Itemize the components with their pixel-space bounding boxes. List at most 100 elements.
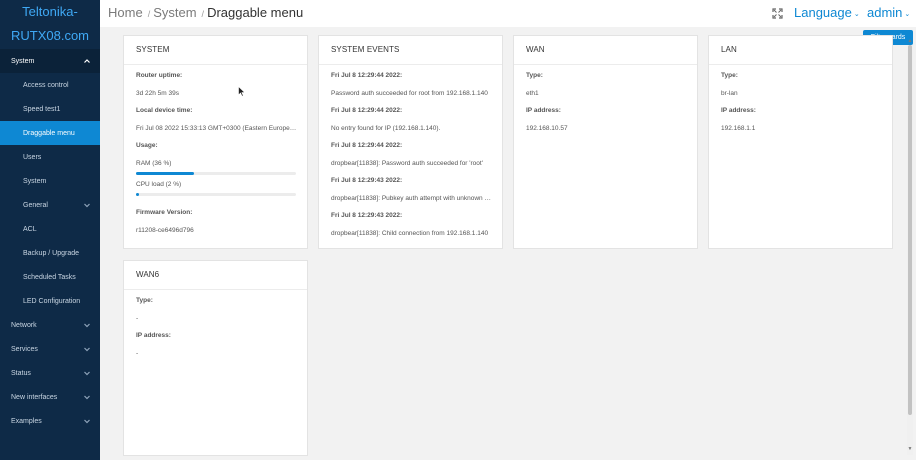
sidebar-item-acl[interactable]: ACL [0,217,100,241]
event-text: dropbear[11838]: Password auth succeeded… [331,160,483,167]
system-card[interactable]: SYSTEM Router uptime: 3d 22h 5m 39s Loca… [123,35,308,249]
ip-address-label: IP address: [721,107,756,114]
sidebar-item-label: Access control [23,81,69,89]
type-label: Type: [136,297,153,304]
card-divider [514,64,697,65]
user-menu[interactable]: admin ⌄ [867,5,910,20]
card-title: SYSTEM [136,45,170,54]
chevron-down-icon [83,345,91,353]
sidebar-item-label: LED Configuration [23,297,81,305]
sidebar-item-access-control[interactable]: Access control [0,73,100,97]
breadcrumb-separator: / [147,9,151,19]
ram-progress-bar [136,172,296,175]
user-name: admin [867,5,903,20]
sidebar-item-users[interactable]: Users [0,145,100,169]
wan6-card[interactable]: WAN6 Type: - IP address: - [123,260,308,456]
card-divider [124,64,307,65]
card-title: WAN [526,45,545,54]
sidebar-item-label: Examples [11,417,42,425]
sidebar-item-label: System [11,57,35,65]
sidebar-item-led-configuration[interactable]: LED Configuration [0,289,100,313]
event-text: No entry found for IP (192.168.1.140). [331,125,441,132]
type-value: - [136,315,139,322]
wan-card[interactable]: WAN Type: eth1 IP address: 192.168.10.57 [513,35,698,249]
top-header: Home / System / Draggable menu Language ⌄ adm… [100,0,916,27]
language-dropdown[interactable]: Language ⌄ [794,5,860,20]
sidebar-item-label: Backup / Upgrade [23,249,80,257]
chevron-down-icon [83,393,91,401]
sidebar-item-draggable-menu[interactable]: Draggable menu [0,121,100,145]
ram-progress-fill [136,172,194,175]
fullscreen-icon[interactable] [772,8,783,19]
sidebar-item-system[interactable]: System [0,169,100,193]
ip-address-label: IP address: [526,107,561,114]
event-time: Fri Jul 8 12:29:43 2022: [331,212,403,219]
scrollbar-thumb[interactable] [908,45,912,415]
sidebar-item-label: General [23,201,48,209]
sidebar-item-examples[interactable]: Examples [0,409,100,433]
sidebar-item-system[interactable]: System [0,49,100,73]
event-time: Fri Jul 8 12:29:44 2022: [331,142,403,149]
brand-line-2: RUTX08.com [10,28,90,43]
ip-address-label: IP address: [136,332,171,339]
breadcrumb: Home / System / Draggable menu [108,5,303,20]
ip-address-value: - [136,350,139,357]
sidebar-item-scheduled-tasks[interactable]: Scheduled Tasks [0,265,100,289]
sidebar: Teltonika- RUTX08.com System Access contr… [0,0,100,460]
breadcrumb-home[interactable]: Home [108,5,143,20]
chevron-down-icon [83,369,91,377]
type-label: Type: [526,72,543,79]
sidebar-item-label: Services [11,345,38,353]
sidebar-item-new-interfaces[interactable]: New interfaces [0,385,100,409]
sidebar-item-label: Scheduled Tasks [23,273,76,281]
brand-line-1: Teltonika- [22,4,78,19]
sidebar-item-general[interactable]: General [0,193,100,217]
lan-card[interactable]: LAN Type: br-lan IP address: 192.168.1.1 [708,35,893,249]
language-label: Language [794,5,852,20]
sidebar-item-services[interactable]: Services [0,337,100,361]
ip-address-value: 192.168.10.57 [526,125,568,132]
event-text: dropbear[11838]: Pubkey auth attempt wit… [331,195,494,202]
event-time: Fri Jul 8 12:29:44 2022: [331,72,403,79]
breadcrumb-separator: / [201,9,205,19]
chevron-up-icon [83,57,91,65]
sidebar-item-label: Draggable menu [23,129,75,137]
event-time: Fri Jul 8 12:29:43 2022: [331,177,403,184]
sidebar-item-label: Status [11,369,31,377]
breadcrumb-system[interactable]: System [153,5,196,20]
sidebar-item-label: New interfaces [11,393,58,401]
chevron-down-icon: ⌄ [904,10,911,18]
mouse-cursor-icon [238,86,246,97]
brand-logo[interactable]: Teltonika- RUTX08.com [0,0,100,48]
chevron-down-icon [83,201,91,209]
firmware-label: Firmware Version: [136,209,193,216]
local-time-label: Local device time: [136,107,193,114]
uptime-value: 3d 22h 5m 39s [136,90,180,97]
usage-label: Usage: [136,142,158,149]
card-title: WAN6 [136,270,160,279]
uptime-label: Router uptime: [136,72,183,79]
system-events-card[interactable]: SYSTEM EVENTS Fri Jul 8 12:29:44 2022: P… [318,35,503,249]
cpu-progress-fill [136,193,140,196]
local-time-value: Fri Jul 08 2022 15:33:13 GMT+0300 (Easte… [136,125,299,132]
sidebar-item-speed-test1[interactable]: Speed test1 [0,97,100,121]
sidebar-item-backup-upgrade[interactable]: Backup / Upgrade [0,241,100,265]
scroll-up-arrow-icon[interactable]: ▲ [906,38,914,44]
ip-address-value: 192.168.1.1 [721,125,756,132]
card-title: SYSTEM EVENTS [331,45,400,54]
scroll-down-arrow-icon[interactable]: ▼ [906,446,914,452]
sidebar-item-network[interactable]: Network [0,313,100,337]
type-value: eth1 [526,90,539,97]
event-time: Fri Jul 8 12:29:44 2022: [331,107,403,114]
sidebar-item-label: System [23,177,47,185]
firmware-value: r11208-ce6496d796 [136,227,194,234]
sidebar-item-status[interactable]: Status [0,361,100,385]
cpu-label: CPU load (2 %) [136,181,182,188]
card-divider [124,289,307,290]
card-title: LAN [721,45,737,54]
event-text: dropbear[11838]: Child connection from 1… [331,230,489,237]
page-scrollbar[interactable] [907,45,913,455]
chevron-down-icon: ⌄ [853,10,860,18]
sidebar-item-label: Speed test1 [23,105,61,113]
event-text: Password auth succeeded for root from 19… [331,90,488,97]
